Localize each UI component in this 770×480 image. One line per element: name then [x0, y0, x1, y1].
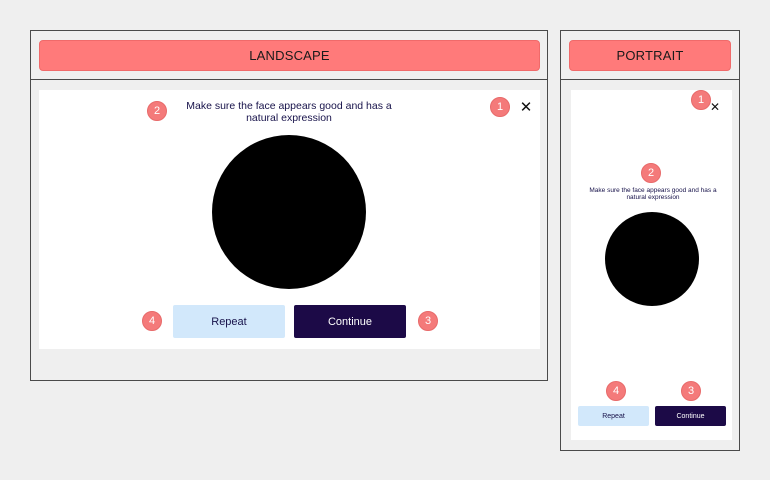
landscape-marker-prompt: 2 [147, 101, 167, 121]
portrait-marker-repeat: 4 [606, 381, 626, 401]
portrait-marker-continue: 3 [681, 381, 701, 401]
landscape-header-label: LANDSCAPE [39, 40, 540, 71]
landscape-card: 2 Make sure the face appears good and ha… [39, 90, 540, 349]
portrait-card: 1 ✕ 2 Make sure the face appears good an… [571, 90, 732, 440]
landscape-prompt-text: Make sure the face appears good and has … [186, 100, 392, 125]
landscape-marker-close: 1 [490, 97, 510, 117]
portrait-frame: PORTRAIT 1 ✕ 2 Make sure the face appear… [560, 30, 740, 451]
continue-button[interactable]: Continue [294, 305, 406, 338]
landscape-header: LANDSCAPE [31, 31, 547, 80]
close-icon[interactable]: ✕ [517, 98, 535, 116]
landscape-marker-repeat: 4 [142, 311, 162, 331]
portrait-prompt-text: Make sure the face appears good and has … [589, 187, 717, 202]
portrait-header: PORTRAIT [561, 31, 739, 80]
face-placeholder [212, 135, 366, 289]
face-placeholder [605, 212, 699, 306]
landscape-frame: LANDSCAPE 2 Make sure the face appears g… [30, 30, 548, 381]
portrait-marker-prompt: 2 [641, 163, 661, 183]
close-icon[interactable]: ✕ [708, 100, 722, 114]
repeat-button[interactable]: Repeat [578, 406, 649, 426]
portrait-header-label: PORTRAIT [569, 40, 731, 71]
continue-button[interactable]: Continue [655, 406, 726, 426]
landscape-marker-continue: 3 [418, 311, 438, 331]
repeat-button[interactable]: Repeat [173, 305, 285, 338]
